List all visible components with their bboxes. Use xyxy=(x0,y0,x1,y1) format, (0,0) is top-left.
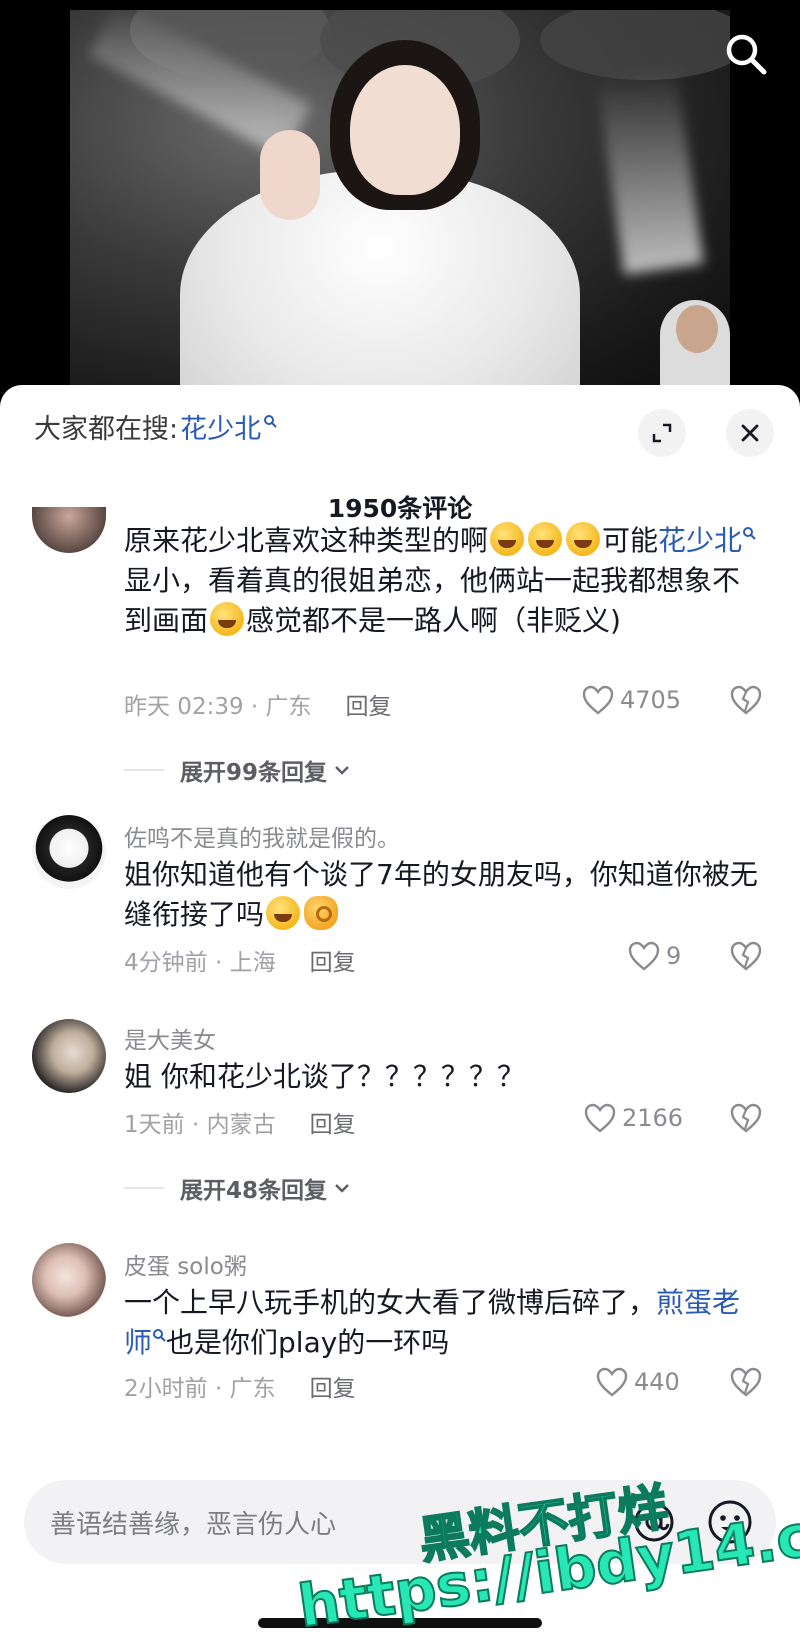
reply-button[interactable]: 回复 xyxy=(346,687,392,721)
broken-heart-icon xyxy=(730,685,762,715)
hot-search[interactable]: 大家都在搜: 花少北 xyxy=(34,407,277,446)
close-icon xyxy=(741,424,759,442)
like-count: 440 xyxy=(634,1368,680,1396)
comment-input-placeholder: 善语结善缘，恶言伤人心 xyxy=(50,1510,337,1540)
divider-line xyxy=(124,769,164,771)
comment-time: 1天前 · 内蒙古 xyxy=(124,1112,276,1138)
broken-heart-icon xyxy=(730,941,762,971)
comment-time: 4分钟前 · 上海 xyxy=(124,950,276,976)
dislike-button[interactable] xyxy=(730,941,762,975)
dislike-button[interactable] xyxy=(730,1367,762,1401)
bystander-head xyxy=(676,305,718,353)
like-count: 9 xyxy=(666,942,682,970)
broken-heart-icon xyxy=(730,1103,762,1133)
search-icon xyxy=(264,414,277,428)
comment-text: 一个上早八玩手机的女大看了微博后碎了，煎蛋老师 也是你们play的一环吗 xyxy=(124,1286,741,1359)
search-icon xyxy=(153,1329,166,1342)
expand-replies[interactable]: 展开48条回复 xyxy=(124,1171,353,1205)
broken-heart-icon xyxy=(730,1367,762,1397)
avatar[interactable] xyxy=(32,507,106,553)
expand-replies-label: 展开99条回复 xyxy=(180,760,328,786)
search-button[interactable] xyxy=(722,30,770,78)
comment-meta: 昨天 02:39 · 广东 回复 xyxy=(124,687,392,721)
video-area[interactable] xyxy=(0,0,800,400)
laughing-emoji xyxy=(528,522,563,556)
search-icon xyxy=(726,34,767,75)
heart-icon xyxy=(628,941,660,971)
laughing-emoji xyxy=(490,522,525,556)
avatar[interactable] xyxy=(32,1019,106,1093)
peace-sign-hand xyxy=(260,130,320,220)
close-button[interactable] xyxy=(726,409,774,457)
light-beam xyxy=(596,65,704,275)
reply-button[interactable]: 回复 xyxy=(310,1369,356,1403)
comment-meta: 1天前 · 内蒙古 回复 xyxy=(124,1105,356,1139)
expand-replies[interactable]: 展开99条回复 xyxy=(124,753,353,787)
expand-replies-label: 展开48条回复 xyxy=(180,1178,328,1204)
hot-search-prefix: 大家都在搜: xyxy=(34,414,179,445)
heart-icon xyxy=(584,1103,616,1133)
laughing-emoji xyxy=(266,896,301,930)
person-face xyxy=(350,65,460,195)
laughing-emoji xyxy=(566,522,601,556)
comment-text: 原来花少北喜欢这种类型的啊 可能花少北显小，看着真的很姐弟恋，他俩站一起我都想象不… xyxy=(124,521,764,641)
chevron-down-icon xyxy=(335,766,349,775)
chevron-down-icon xyxy=(335,1184,349,1193)
comment-text: 姐你知道他有个谈了7年的女朋友吗，你知道你被无缝衔接了吗 xyxy=(124,858,758,931)
comment-count: 1950条评论 xyxy=(327,494,473,523)
dislike-button[interactable] xyxy=(730,1103,762,1137)
keyword-link[interactable]: 花少北 xyxy=(658,524,742,557)
like-button[interactable]: 440 xyxy=(596,1367,680,1397)
comment-time: 2小时前 · 广东 xyxy=(124,1376,276,1402)
expand-icon xyxy=(652,423,672,443)
comment-time: 昨天 02:39 · 广东 xyxy=(124,694,312,720)
like-button[interactable]: 4705 xyxy=(582,685,681,715)
reply-button[interactable]: 回复 xyxy=(310,943,356,977)
video-frame xyxy=(70,10,730,395)
comments-sheet: 大家都在搜: 花少北 1950条评论 原来花少北喜欢这种类型的啊 可能花少北显小，… xyxy=(0,385,800,1648)
comment-text: 姐 你和花少北谈了？？？？？？ xyxy=(124,1060,525,1093)
search-icon xyxy=(743,527,756,540)
divider-line xyxy=(124,1187,164,1189)
ceiling-panel xyxy=(540,10,730,80)
comment-username[interactable]: 佐鸣不是真的我就是假的。 xyxy=(124,819,400,853)
like-count: 2166 xyxy=(622,1104,684,1132)
dislike-button[interactable] xyxy=(730,685,762,719)
like-button[interactable]: 9 xyxy=(628,941,681,971)
comment-meta: 2小时前 · 广东 回复 xyxy=(124,1369,356,1403)
like-button[interactable]: 2166 xyxy=(584,1103,683,1133)
crying-laughing-emoji xyxy=(210,602,245,636)
reply-button[interactable]: 回复 xyxy=(310,1105,356,1139)
comment-username[interactable]: 是大美女 xyxy=(124,1021,216,1055)
hot-search-keyword[interactable]: 花少北 xyxy=(180,407,261,446)
heart-icon xyxy=(596,1367,628,1397)
avatar[interactable] xyxy=(32,815,106,889)
comment-username[interactable]: 皮蛋 solo粥 xyxy=(124,1247,247,1281)
comment-meta: 4分钟前 · 上海 回复 xyxy=(124,943,356,977)
heart-icon xyxy=(582,685,614,715)
like-count: 4705 xyxy=(620,686,682,714)
ok-hand-emoji xyxy=(304,896,339,930)
expand-button[interactable] xyxy=(638,409,686,457)
avatar[interactable] xyxy=(32,1243,106,1317)
